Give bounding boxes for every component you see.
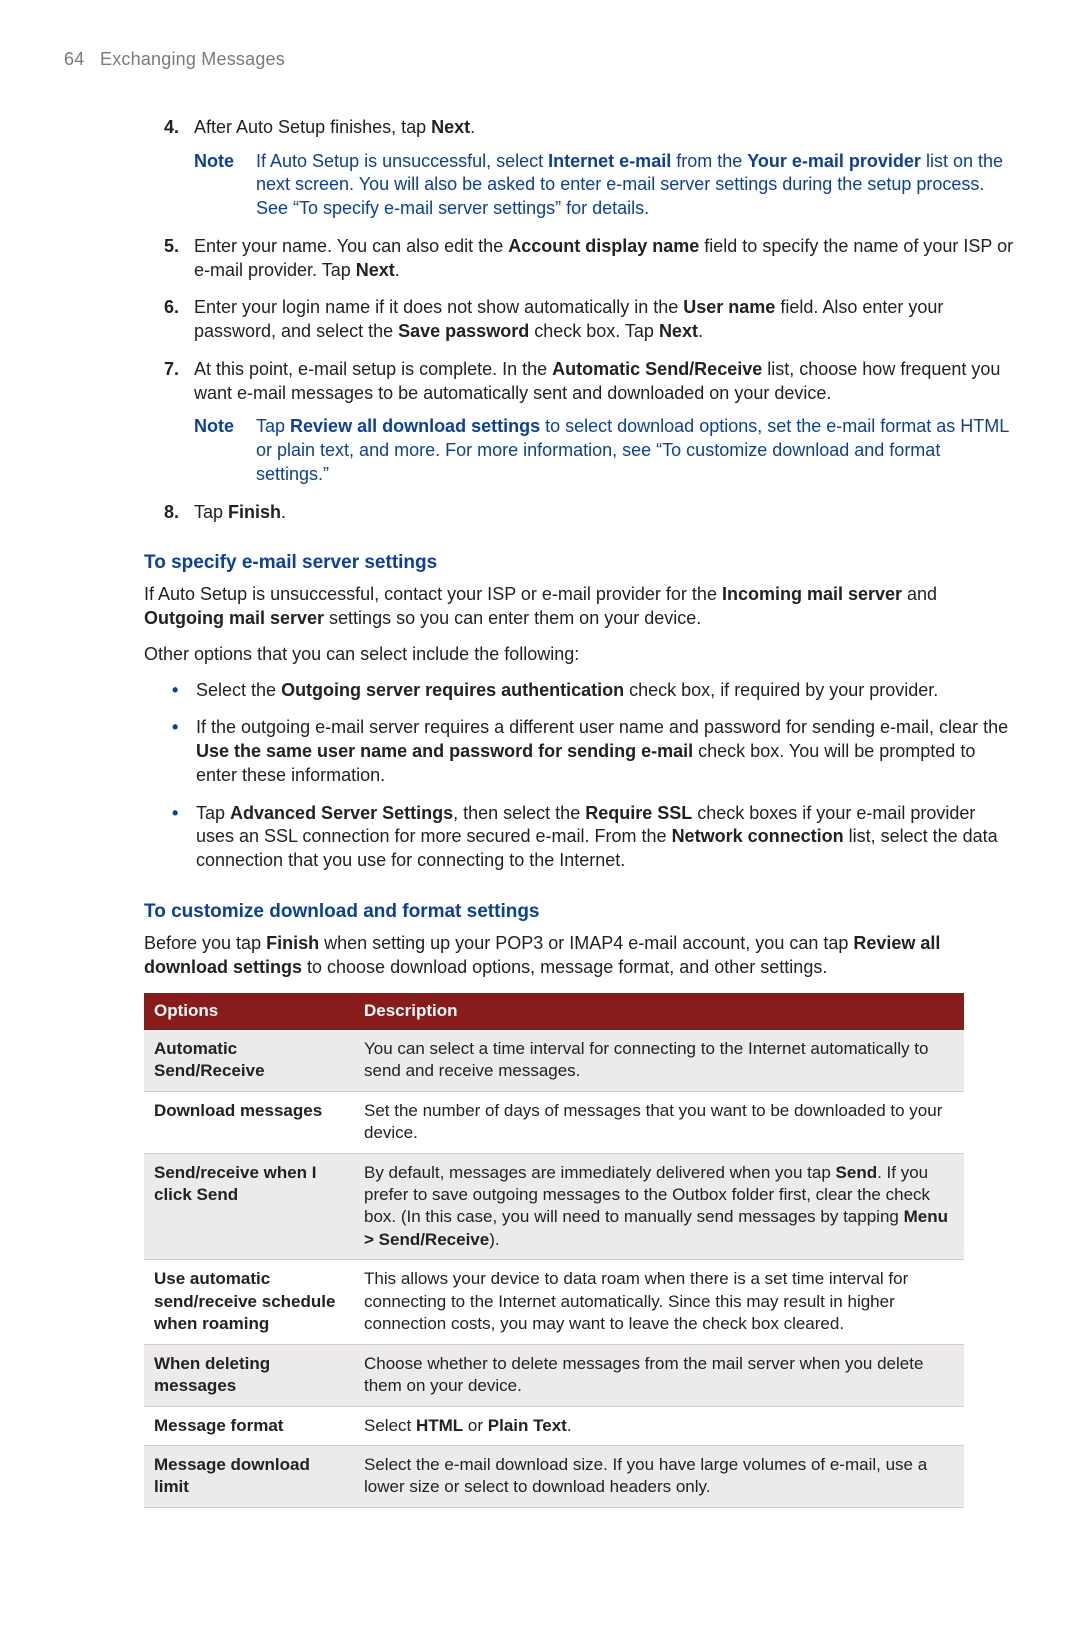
heading-customize-download: To customize download and format setting… bbox=[64, 899, 1016, 924]
note-label: Note bbox=[194, 150, 256, 221]
table-row: Message format Select HTML or Plain Text… bbox=[144, 1406, 964, 1445]
section-title: Exchanging Messages bbox=[100, 49, 285, 69]
server-options-list: Select the Outgoing server requires auth… bbox=[172, 679, 1016, 873]
col-description: Description bbox=[354, 993, 964, 1029]
col-options: Options bbox=[144, 993, 354, 1029]
options-table: Options Description Automatic Send/Recei… bbox=[144, 993, 964, 1507]
step-4: 4. After Auto Setup finishes, tap Next. … bbox=[164, 116, 1016, 221]
step-5: 5. Enter your name. You can also edit th… bbox=[164, 235, 1016, 283]
option-name: Download messages bbox=[144, 1091, 354, 1153]
step-8: 8. Tap Finish. bbox=[164, 501, 1016, 525]
option-name: Message format bbox=[144, 1406, 354, 1445]
step-number: 5. bbox=[164, 235, 179, 259]
para-specify-server-1: If Auto Setup is unsuccessful, contact y… bbox=[64, 583, 1016, 631]
note-body: Tap Review all download settings to sele… bbox=[256, 415, 1016, 486]
option-name: Message download limit bbox=[144, 1445, 354, 1507]
step-text: Tap Finish. bbox=[194, 502, 286, 522]
option-desc: You can select a time interval for conne… bbox=[354, 1030, 964, 1091]
table-header-row: Options Description bbox=[144, 993, 964, 1029]
para-specify-server-2: Other options that you can select includ… bbox=[64, 643, 1016, 667]
table-row: Automatic Send/Receive You can select a … bbox=[144, 1030, 964, 1091]
table-row: Send/receive when I click Send By defaul… bbox=[144, 1153, 964, 1260]
option-name: Send/receive when I click Send bbox=[144, 1153, 354, 1260]
setup-steps: 4. After Auto Setup finishes, tap Next. … bbox=[164, 116, 1016, 525]
step-6: 6. Enter your login name if it does not … bbox=[164, 296, 1016, 344]
option-name: Use automatic send/receive schedule when… bbox=[144, 1260, 354, 1344]
table-row: Message download limit Select the e-mail… bbox=[144, 1445, 964, 1507]
option-desc: This allows your device to data roam whe… bbox=[354, 1260, 964, 1344]
step-number: 7. bbox=[164, 358, 179, 382]
document-page: 64 Exchanging Messages 4. After Auto Set… bbox=[0, 0, 1080, 1628]
running-header: 64 Exchanging Messages bbox=[64, 48, 1016, 72]
page-number: 64 bbox=[64, 49, 84, 69]
note-body: If Auto Setup is unsuccessful, select In… bbox=[256, 150, 1016, 221]
list-item: Select the Outgoing server requires auth… bbox=[172, 679, 1016, 703]
step-text: Enter your login name if it does not sho… bbox=[194, 297, 943, 341]
table-row: Download messages Set the number of days… bbox=[144, 1091, 964, 1153]
step-number: 4. bbox=[164, 116, 179, 140]
option-desc: By default, messages are immediately del… bbox=[354, 1153, 964, 1260]
table-row: Use automatic send/receive schedule when… bbox=[144, 1260, 964, 1344]
option-desc: Select the e-mail download size. If you … bbox=[354, 1445, 964, 1507]
note-download-settings: Note Tap Review all download settings to… bbox=[194, 415, 1016, 486]
step-text: Enter your name. You can also edit the A… bbox=[194, 236, 1013, 280]
para-customize-1: Before you tap Finish when setting up yo… bbox=[64, 932, 1016, 980]
step-number: 8. bbox=[164, 501, 179, 525]
option-name: Automatic Send/Receive bbox=[144, 1030, 354, 1091]
heading-specify-server: To specify e-mail server settings bbox=[64, 550, 1016, 575]
option-desc: Select HTML or Plain Text. bbox=[354, 1406, 964, 1445]
option-desc: Set the number of days of messages that … bbox=[354, 1091, 964, 1153]
step-text: After Auto Setup finishes, tap Next. bbox=[194, 117, 475, 137]
list-item: Tap Advanced Server Settings, then selec… bbox=[172, 802, 1016, 873]
options-table-wrap: Options Description Automatic Send/Recei… bbox=[144, 993, 1016, 1507]
list-item: If the outgoing e-mail server requires a… bbox=[172, 716, 1016, 787]
step-7: 7. At this point, e-mail setup is comple… bbox=[164, 358, 1016, 487]
step-number: 6. bbox=[164, 296, 179, 320]
step-text: At this point, e-mail setup is complete.… bbox=[194, 359, 1000, 403]
note-auto-setup: Note If Auto Setup is unsuccessful, sele… bbox=[194, 150, 1016, 221]
note-label: Note bbox=[194, 415, 256, 486]
